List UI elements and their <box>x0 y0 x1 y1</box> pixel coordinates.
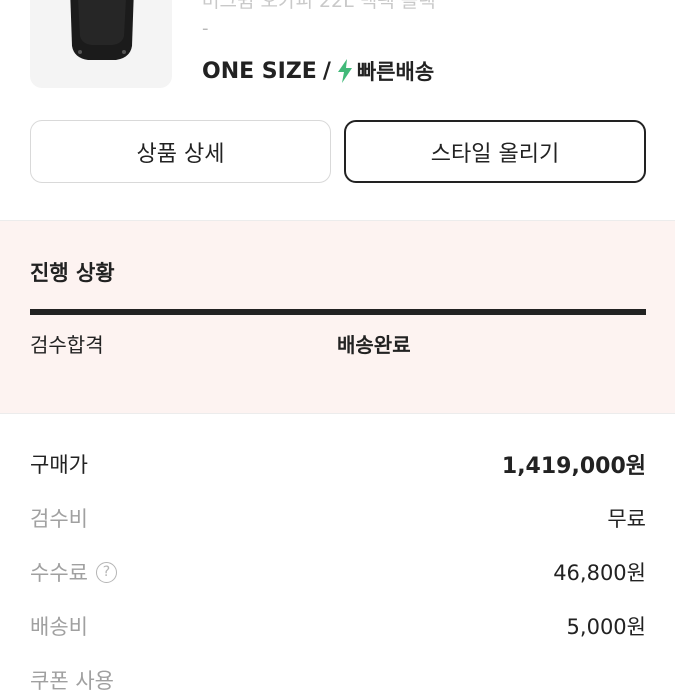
commission-row: 수수료 ? 46,800원 <box>30 556 646 588</box>
progress-title: 진행 상황 <box>30 261 115 285</box>
product-detail-button[interactable]: 상품 상세 <box>30 120 331 183</box>
shipping-fee-value: 5,000원 <box>566 615 646 639</box>
coupon-label: 쿠폰 사용 <box>30 669 114 693</box>
shipping-fee-label: 배송비 <box>30 615 88 639</box>
separator: / <box>322 58 331 84</box>
step-inspection-passed: 검수합격 <box>30 333 104 357</box>
purchase-price-value: 1,419,000원 <box>501 454 646 479</box>
purchase-price-row: 구매가 1,419,000원 <box>30 448 646 480</box>
commission-label: 수수료 <box>30 561 88 585</box>
product-thumbnail[interactable] <box>30 0 172 88</box>
progress-section: 진행 상황 검수합격 배송완료 <box>0 221 675 413</box>
post-style-button[interactable]: 스타일 올리기 <box>344 120 646 183</box>
fast-delivery-label: 빠른배송 <box>356 60 435 84</box>
inspection-fee-value: 무료 <box>607 507 646 531</box>
shipping-fee-row: 배송비 5,000원 <box>30 610 646 642</box>
progress-bar-fill <box>30 309 646 315</box>
step-delivered: 배송완료 <box>337 333 411 357</box>
product-sub-dash: - <box>202 18 209 39</box>
commission-value: 46,800원 <box>553 561 646 585</box>
progress-bar <box>30 309 646 315</box>
divider <box>0 413 675 414</box>
coupon-row: 쿠폰 사용 <box>30 664 646 696</box>
backpack-image <box>70 0 134 60</box>
help-icon[interactable]: ? <box>95 561 117 583</box>
size-label: ONE SIZE <box>202 58 317 84</box>
product-option: ONE SIZE / 빠른배송 <box>202 56 434 86</box>
inspection-fee-label: 검수비 <box>30 507 88 531</box>
product-name: 버그윔 오카피 22L 백팩 블랙 <box>202 0 436 12</box>
bolt-icon <box>337 59 353 83</box>
commission-label-group: 수수료 ? <box>30 557 117 587</box>
inspection-fee-row: 검수비 무료 <box>30 502 646 534</box>
purchase-price-label: 구매가 <box>30 453 88 477</box>
